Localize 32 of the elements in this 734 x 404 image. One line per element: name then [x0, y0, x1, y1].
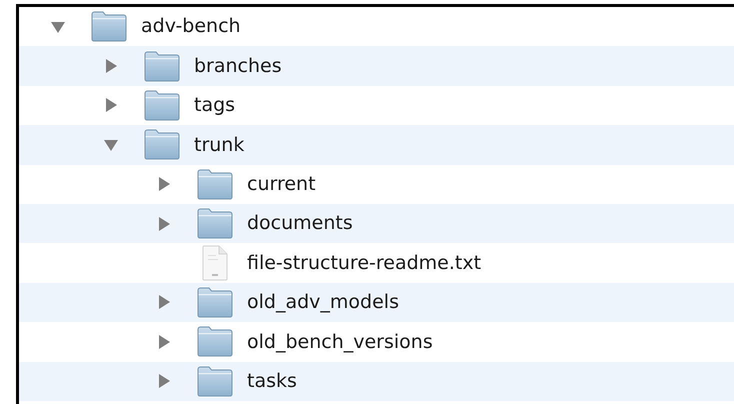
folder-icon [144, 129, 180, 160]
document-icon [200, 245, 230, 282]
tree-row[interactable]: tasks [19, 362, 734, 401]
item-name: adv-bench [141, 14, 241, 40]
expand-triangle-icon[interactable] [156, 334, 172, 350]
expand-triangle-icon[interactable] [156, 216, 172, 232]
folder-icon [144, 50, 180, 82]
folder-icon [197, 366, 233, 397]
folder-icon [144, 90, 180, 121]
tree-row[interactable]: old_adv_models [19, 282, 734, 322]
folder-icon [91, 11, 127, 42]
expand-triangle-icon[interactable] [156, 176, 172, 192]
item-name: trunk [194, 132, 244, 158]
tree-row[interactable]: trunk [19, 125, 734, 165]
folder-icon [197, 168, 233, 200]
expand-triangle-icon[interactable] [156, 373, 172, 390]
expand-triangle-icon[interactable] [156, 294, 172, 310]
item-name: file-structure-readme.txt [247, 250, 482, 276]
item-name: current [247, 172, 316, 197]
tree-row[interactable]: branches [19, 46, 734, 86]
item-name: tags [194, 93, 236, 118]
item-name: old_adv_models [247, 290, 399, 316]
item-name: documents [247, 211, 353, 236]
expand-triangle-icon[interactable] [103, 58, 119, 74]
folder-icon [197, 208, 233, 240]
expand-triangle-icon[interactable] [103, 97, 119, 114]
tree-row[interactable]: documents [19, 204, 734, 244]
item-name: branches [194, 54, 282, 79]
item-name: tasks [247, 368, 297, 394]
item-name: old_bench_versions [247, 330, 433, 355]
folder-icon [197, 326, 233, 358]
folder-icon [197, 286, 233, 318]
